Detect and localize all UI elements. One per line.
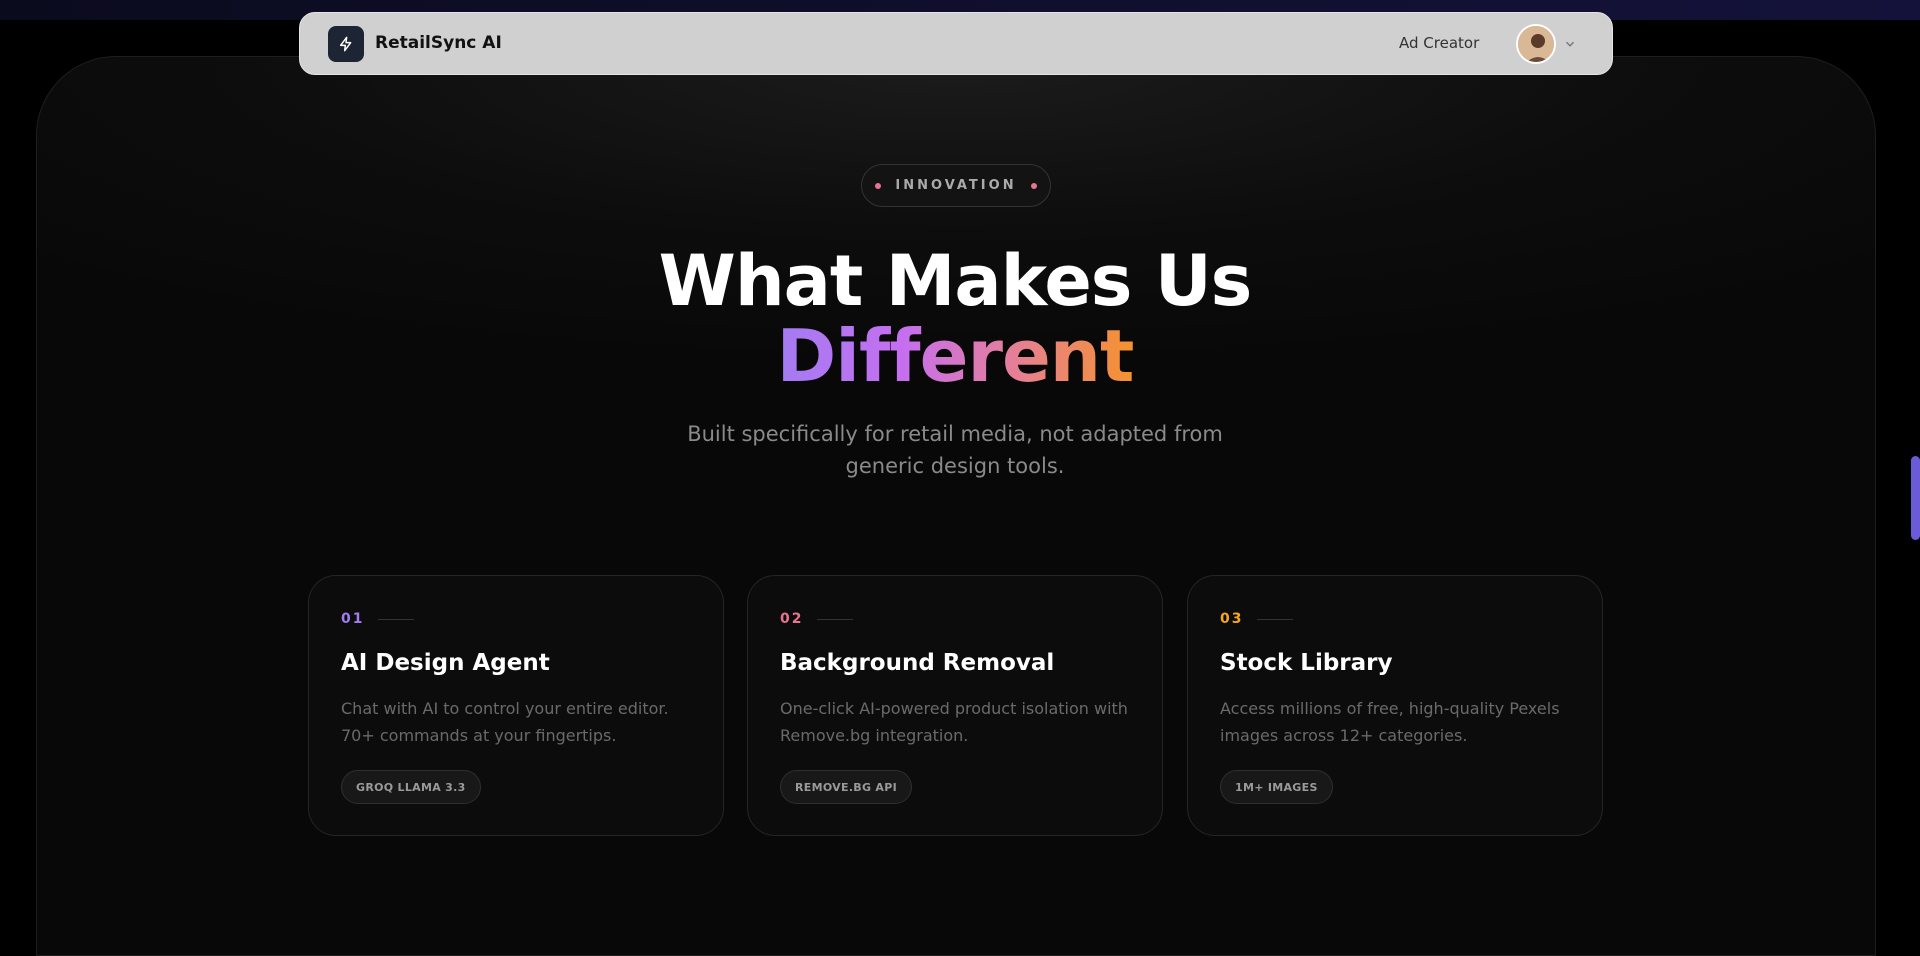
feature-number-row: 03: [1220, 611, 1294, 627]
brand-name[interactable]: RetailSync AI: [375, 33, 502, 53]
scrollbar-thumb[interactable]: [1911, 456, 1920, 540]
feature-card: 03 Stock Library Access millions of free…: [1187, 575, 1603, 836]
navbar: RetailSync AI Ad Creator: [299, 12, 1613, 75]
feature-title: Background Removal: [780, 650, 1055, 676]
feature-card: 02 Background Removal One-click AI-power…: [747, 575, 1163, 836]
divider: [817, 618, 854, 620]
feature-tag: GROQ LLAMA 3.3: [341, 770, 481, 804]
feature-number: 03: [1220, 611, 1244, 627]
badge-dot-left: [875, 182, 882, 189]
bolt-icon: [339, 36, 352, 52]
feature-description: Chat with AI to control your entire edit…: [341, 699, 669, 745]
feature-number-row: 01: [341, 611, 415, 627]
feature-title: Stock Library: [1220, 650, 1393, 676]
feature-tag: 1M+ IMAGES: [1220, 770, 1333, 804]
hero-title-gradient-text: Different: [776, 314, 1135, 398]
feature-tag: REMOVE.BG API: [780, 770, 913, 804]
feature-card: 01 AI Design Agent Chat with AI to contr…: [308, 575, 724, 836]
divider: [1257, 618, 1294, 620]
badge-dot-right: [1030, 182, 1037, 189]
hero-subtitle: Built specifically for retail media, not…: [687, 422, 1223, 478]
divider: [378, 618, 415, 620]
feature-number: 02: [780, 611, 804, 627]
feature-number-row: 02: [780, 611, 854, 627]
hero-title: What Makes Us: [658, 240, 1253, 322]
feature-title: AI Design Agent: [341, 650, 550, 676]
chevron-down-icon[interactable]: [1563, 37, 1577, 51]
hero-title-highlight: Different: [0, 314, 1910, 398]
logo[interactable]: [328, 26, 364, 62]
badge-label: INNOVATION: [895, 178, 1017, 193]
section-badge: INNOVATION: [861, 164, 1051, 207]
avatar[interactable]: [1516, 24, 1556, 64]
feature-description: One-click AI-powered product isolation w…: [780, 699, 1128, 745]
feature-description: Access millions of free, high-quality Pe…: [1220, 699, 1560, 745]
feature-number: 01: [341, 611, 365, 627]
nav-link-ad-creator[interactable]: Ad Creator: [1399, 34, 1479, 52]
